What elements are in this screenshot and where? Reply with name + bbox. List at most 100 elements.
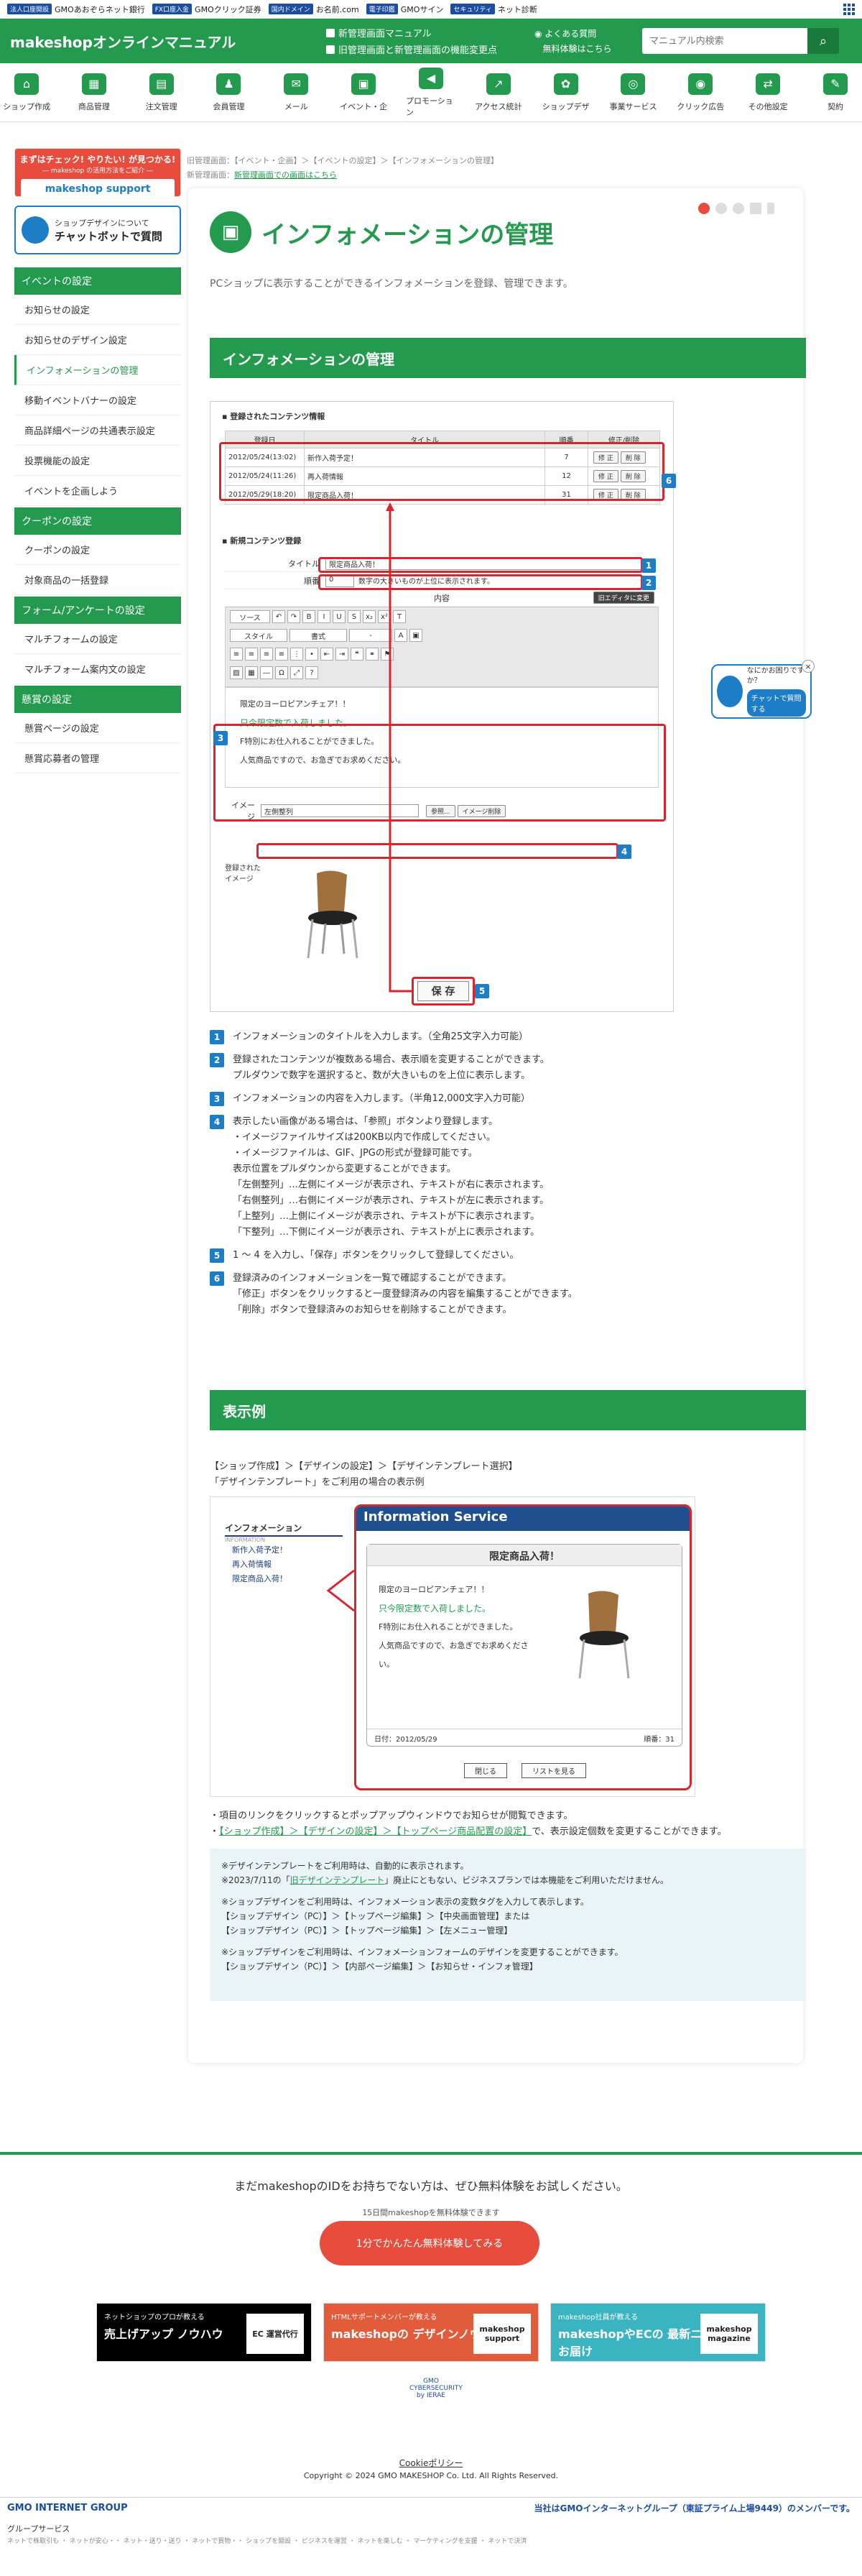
- sidebar-item[interactable]: 対象商品の一括登録: [14, 565, 181, 595]
- search-button[interactable]: ⌕: [807, 28, 839, 54]
- justify-icon[interactable]: ≡: [275, 648, 288, 661]
- search-input[interactable]: [642, 28, 807, 54]
- gnav-design[interactable]: ✿ ショップデザ: [541, 63, 591, 121]
- bold-icon[interactable]: B: [302, 610, 315, 623]
- gmobar-tag: 電子印鑑: [366, 4, 398, 14]
- example-side-item[interactable]: 新作入荷予定！: [225, 1543, 343, 1558]
- maximize-icon[interactable]: ⤢: [290, 666, 303, 679]
- cookie-policy-link[interactable]: Cookieポリシー: [0, 2457, 862, 2469]
- sidebar-item[interactable]: 商品詳細ページの共通表示設定: [14, 415, 181, 446]
- align-center-icon[interactable]: ≡: [245, 648, 258, 661]
- gnav-mail[interactable]: ✉ メール: [271, 63, 321, 121]
- share-icon[interactable]: [733, 203, 744, 214]
- footer-banner-ec[interactable]: ネットショップのプロが教える 売上げアップ ノウハウ EC 運営代行: [96, 2303, 312, 2362]
- sidebar-item[interactable]: マルチフォームの設定: [14, 624, 181, 654]
- undo-icon[interactable]: ↶: [272, 610, 285, 623]
- new-manual-link[interactable]: 新管理画面マニュアル: [326, 26, 534, 40]
- registered-content-heading: ▪ 登録されたコンテンツ情報: [222, 412, 325, 421]
- sidebar-item[interactable]: 懸賞ページの設定: [14, 713, 181, 743]
- sidebar-item[interactable]: クーポンの設定: [14, 535, 181, 565]
- apps-grid-icon[interactable]: [843, 3, 855, 15]
- note-text: 」廃止にともない、ビジネスプランでは本機能をご利用いただけません。: [384, 1875, 669, 1885]
- pinterest-icon[interactable]: [698, 203, 710, 214]
- indent-icon[interactable]: ⇥: [335, 648, 348, 661]
- gnav-services[interactable]: ◎ 事業サービス: [608, 63, 658, 121]
- free-trial-button[interactable]: 1分でかんたん無料体験してみる: [320, 2221, 539, 2266]
- align-left-icon[interactable]: ≡: [230, 648, 243, 661]
- support-banner[interactable]: まずはチェック! やりたい! が見つかる! ― makeshop の活用方法をご…: [14, 148, 181, 199]
- sidebar-item[interactable]: 懸賞応募者の管理: [14, 743, 181, 773]
- sidebar-section-form[interactable]: フォーム/アンケートの設定: [14, 597, 181, 624]
- hr-icon[interactable]: ―: [260, 666, 273, 679]
- gmobar-item-1[interactable]: 法人口座開設 GMOあおぞらネット銀行: [7, 4, 145, 15]
- gnav-contract[interactable]: ✎ 契約: [810, 63, 861, 121]
- chatbot-banner-top: ショップデザインについて: [55, 218, 149, 228]
- chatbot-banner[interactable]: ショップデザインについて チャットボットで質問: [14, 206, 181, 254]
- gmobar-item-2[interactable]: FX口座入金 GMOクリック証券: [152, 4, 261, 15]
- help-icon[interactable]: ?: [305, 666, 318, 679]
- monitor-icon[interactable]: [750, 203, 761, 214]
- bullet-list-icon[interactable]: •: [305, 648, 318, 661]
- sidebar-item[interactable]: お知らせのデザイン設定: [14, 325, 181, 355]
- chatbot-float[interactable]: なにかお困りですか？ チャットで質問する ×: [711, 660, 815, 719]
- gnav-events[interactable]: ▣ イベント・企: [338, 63, 389, 121]
- footer-banner-design[interactable]: HTMLサポートメンバーが教える makeshopの デザインノウハウ makesh…: [323, 2303, 539, 2362]
- gnav-promotion[interactable]: ◀ プロモーション: [406, 63, 456, 121]
- mail-icon: ✉: [284, 73, 309, 95]
- omega-icon[interactable]: Ω: [275, 666, 288, 679]
- hatena-icon[interactable]: [715, 203, 727, 214]
- gmobar-item-3[interactable]: 国内ドメイン お名前.com: [268, 4, 359, 15]
- mobile-icon[interactable]: [767, 203, 774, 214]
- source-button[interactable]: ソース: [230, 610, 270, 623]
- list-button[interactable]: リストを見る: [522, 1763, 586, 1778]
- security-seal[interactable]: GMO CYBERSECURITY by IERAE: [409, 2378, 463, 2421]
- outdent-icon[interactable]: ⇤: [320, 648, 333, 661]
- style-select[interactable]: スタイル: [230, 629, 287, 642]
- gnav-products[interactable]: ▦ 商品管理: [69, 63, 119, 121]
- redo-icon[interactable]: ↷: [287, 610, 300, 623]
- gnav-orders[interactable]: ▤ 注文管理: [136, 63, 187, 121]
- quote-icon[interactable]: ❝: [351, 648, 363, 661]
- sidebar-item[interactable]: イベントを企画しよう: [14, 476, 181, 506]
- gnav-click-ads[interactable]: ◉ クリック広告: [675, 63, 726, 121]
- sidebar-item[interactable]: 投票機能の設定: [14, 446, 181, 476]
- underline-icon[interactable]: U: [333, 610, 346, 623]
- strike-icon[interactable]: S: [348, 610, 361, 623]
- faq-link[interactable]: ◉ よくある質問: [534, 27, 635, 40]
- site-logo[interactable]: makeshopオンラインマニュアル: [10, 31, 326, 52]
- gnav-shop-create[interactable]: ⌂ ショップ作成: [1, 63, 52, 121]
- format-select[interactable]: 書式: [289, 629, 347, 642]
- close-icon[interactable]: ×: [802, 660, 815, 673]
- ordered-list-icon[interactable]: ⋮: [290, 648, 303, 661]
- gmo-logo[interactable]: GMO INTERNET GROUP: [7, 2503, 128, 2513]
- old-editor-button[interactable]: 旧エディタに変更: [593, 592, 654, 604]
- sidebar-item-active[interactable]: インフォメーションの管理: [14, 355, 181, 385]
- gmobar-item-5[interactable]: セキュリティ ネット診断: [450, 4, 537, 15]
- gnav-analytics[interactable]: ↗ アクセス統計: [473, 63, 524, 121]
- italic-icon[interactable]: I: [318, 610, 330, 623]
- trial-link[interactable]: 無料体験はこちら: [534, 42, 635, 55]
- share-icons: [698, 203, 774, 214]
- gnav-members[interactable]: ♟ 会員管理: [203, 63, 254, 121]
- gnav-other-settings[interactable]: ⇄ その他設定: [743, 63, 793, 121]
- sidebar-section-prize[interactable]: 懸賞の設定: [14, 686, 181, 713]
- table-icon[interactable]: ▦: [245, 666, 258, 679]
- top-page-settings-link[interactable]: 【ショップ作成】＞【デザインの設定】＞【トップページ商品配置の設定】: [219, 1826, 532, 1837]
- footer-banner-magazine[interactable]: makeshop社員が教える makeshopやECの 最新ニュースをお届け mak…: [550, 2303, 766, 2362]
- sidebar-section-events[interactable]: イベントの設定: [14, 267, 181, 295]
- gmobar-item-4[interactable]: 電子印鑑 GMOサイン: [366, 4, 443, 15]
- new-admin-link[interactable]: 新管理画面での画面はこちら: [234, 170, 337, 180]
- sidebar-item[interactable]: マルチフォーム案内文の設定: [14, 654, 181, 684]
- align-right-icon[interactable]: ≡: [260, 648, 273, 661]
- faq-label: よくある質問: [544, 29, 597, 39]
- sidebar-item[interactable]: お知らせの設定: [14, 295, 181, 325]
- compare-link[interactable]: 旧管理画面と新管理画面の機能変更点: [326, 42, 534, 56]
- group-services-links[interactable]: ネットで株取引も ・ ネットが安心・・ ネット・送り・送り ・ ネットで買物・・…: [7, 2536, 527, 2545]
- chatbot-button[interactable]: チャットで質問する: [746, 689, 806, 717]
- image-icon[interactable]: ▨: [230, 666, 243, 679]
- gnav-label: その他設定: [748, 101, 788, 111]
- sidebar-section-coupon[interactable]: クーポンの設定: [14, 507, 181, 535]
- sidebar-item[interactable]: 移動イベントバナーの設定: [14, 385, 181, 415]
- close-button[interactable]: 閉じる: [464, 1763, 507, 1778]
- old-template-link[interactable]: 旧デザインテンプレート: [290, 1875, 385, 1885]
